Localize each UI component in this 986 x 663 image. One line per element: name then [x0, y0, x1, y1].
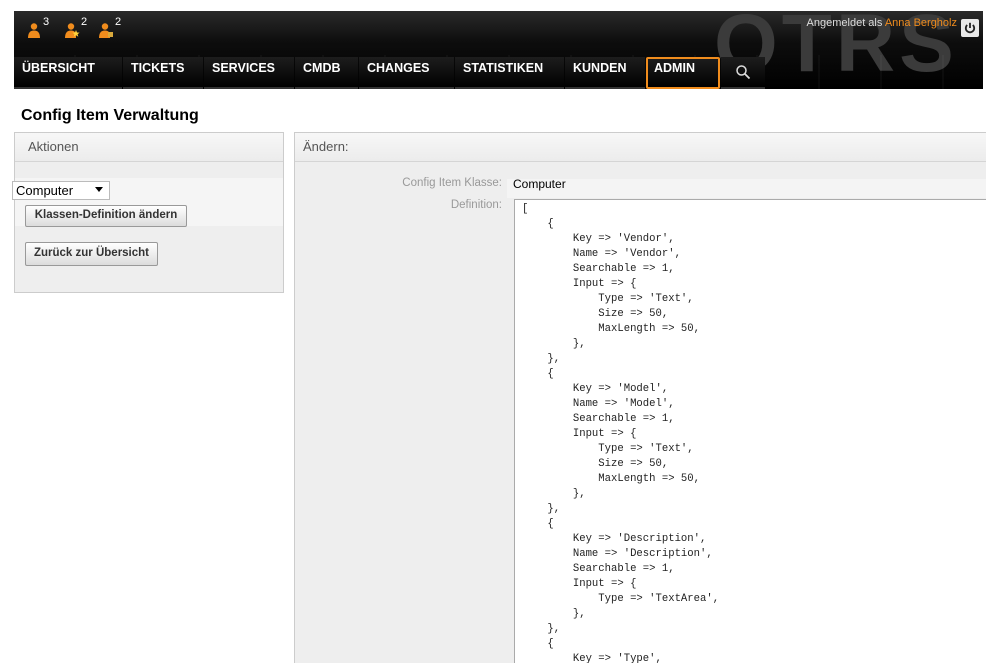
class-row-background	[507, 179, 986, 198]
sidebar-heading: Aktionen	[15, 133, 283, 162]
search-icon	[736, 65, 751, 80]
nav-changes[interactable]: CHANGES	[359, 57, 454, 89]
toolbar-count: 2	[81, 16, 88, 28]
class-select[interactable]: Computer	[12, 181, 110, 200]
definition-text: [ { Key => 'Vendor', Name => 'Vendor', S…	[522, 203, 720, 663]
nav-customers[interactable]: KUNDEN	[565, 57, 645, 89]
nav-cmdb[interactable]: CMDB	[295, 57, 358, 89]
nav-overview[interactable]: ÜBERSICHT	[14, 57, 122, 89]
nav-services[interactable]: SERVICES	[204, 57, 294, 89]
login-prefix: Angemeldet als	[806, 17, 883, 29]
back-to-overview-button[interactable]: Zurück zur Übersicht	[25, 242, 158, 266]
person-star-icon	[65, 23, 80, 38]
header-bar: OTRS 3 2 2 Angemeldet als Anna Bergholz	[14, 11, 983, 89]
nav-statistics[interactable]: STATISTIKEN	[455, 57, 564, 89]
class-select-value: Computer	[16, 183, 74, 198]
edit-panel-heading: Ändern:	[295, 133, 986, 162]
login-info: Angemeldet als Anna Bergholz	[807, 17, 957, 29]
page-title: Config Item Verwaltung	[21, 107, 199, 124]
nav-search[interactable]	[721, 57, 765, 89]
power-icon	[964, 22, 976, 34]
user-name-link[interactable]: Anna Bergholz	[885, 17, 957, 29]
class-value: Computer	[513, 177, 566, 191]
edit-class-definition-button[interactable]: Klassen-Definition ändern	[25, 205, 187, 227]
person-icon	[28, 23, 40, 38]
main-navigation: ÜBERSICHT TICKETS SERVICES CMDB CHANGES …	[14, 57, 766, 89]
definition-textarea[interactable]: [ { Key => 'Vendor', Name => 'Vendor', S…	[514, 199, 986, 663]
toolbar-count: 2	[115, 16, 122, 28]
nav-admin[interactable]: ADMIN	[646, 57, 720, 89]
definition-label: Definition:	[450, 199, 502, 211]
nav-tickets[interactable]: TICKETS	[123, 57, 203, 89]
person-lock-icon	[99, 23, 113, 38]
class-label: Config Item Klasse:	[402, 177, 502, 189]
chevron-down-icon	[95, 187, 103, 192]
logout-button[interactable]	[961, 19, 979, 37]
toolbar-count: 3	[43, 16, 50, 28]
